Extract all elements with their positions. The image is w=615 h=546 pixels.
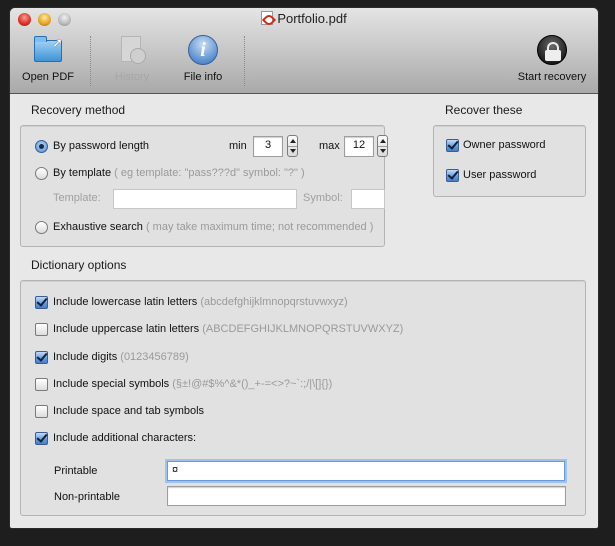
recover-these-group: Owner password User password <box>433 125 586 197</box>
digits-hint: (0123456789) <box>120 351 189 363</box>
exhaustive-search-hint: ( may take maximum time; not recommended… <box>145 221 374 233</box>
open-pdf-label: Open PDF <box>22 71 74 83</box>
special-symbols-label: Include special symbols (§±!@#$%^&*()_+-… <box>53 378 332 390</box>
owner-password-checkbox[interactable] <box>446 139 459 152</box>
history-label: History <box>114 71 150 83</box>
min-label: min <box>229 140 247 152</box>
nonprintable-label: Non-printable <box>54 491 121 503</box>
by-length-radio[interactable] <box>35 140 48 153</box>
owner-password-label: Owner password <box>463 139 546 151</box>
lowercase-text: Include lowercase latin letters <box>53 296 198 308</box>
open-pdf-button[interactable]: ➚ Open PDF <box>20 34 76 83</box>
start-recovery-label: Start recovery <box>517 71 587 83</box>
dictionary-options-group: Include lowercase latin letters (abcdefg… <box>20 280 586 516</box>
special-symbols-text: Include special symbols <box>53 378 170 390</box>
unlock-icon <box>536 34 568 66</box>
dictionary-options-title: Dictionary options <box>31 258 127 272</box>
lowercase-label: Include lowercase latin letters (abcdefg… <box>53 296 348 308</box>
by-template-radio[interactable] <box>35 167 48 180</box>
template-label: Template: <box>53 192 101 204</box>
additional-chars-label: Include additional characters: <box>53 432 197 444</box>
min-length-stepper[interactable] <box>287 135 298 157</box>
exhaustive-search-radio[interactable] <box>35 221 48 234</box>
space-tab-checkbox[interactable] <box>35 405 48 418</box>
exhaustive-search-label: Exhaustive search ( may take maximum tim… <box>53 221 373 233</box>
toolbar: Portfolio.pdf ➚ Open PDF History i File … <box>10 8 598 94</box>
window-title: Portfolio.pdf <box>10 11 598 26</box>
printable-label: Printable <box>54 465 98 477</box>
recover-these-title: Recover these <box>445 103 523 117</box>
max-length-input[interactable]: 12 <box>344 136 374 157</box>
template-input[interactable] <box>113 189 297 209</box>
symbol-input[interactable] <box>351 189 385 209</box>
recovery-method-title: Recovery method <box>31 103 126 117</box>
pdf-document-icon <box>261 11 274 25</box>
history-button[interactable]: History <box>106 34 158 83</box>
printable-input[interactable]: ¤ <box>167 461 565 481</box>
toolbar-separator <box>90 36 91 86</box>
uppercase-hint: (ABCDEFGHIJKLMNOPQRSTUVWXYZ) <box>202 323 404 335</box>
min-length-input[interactable]: 3 <box>253 136 283 157</box>
file-info-label: File info <box>183 71 223 83</box>
by-template-hint: ( eg template: "pass???d" symbol: "?" ) <box>114 167 305 179</box>
file-info-button[interactable]: i File info <box>178 34 228 83</box>
uppercase-label: Include uppercase latin letters (ABCDEFG… <box>53 323 403 335</box>
max-length-stepper[interactable] <box>377 135 388 157</box>
by-length-label: By password length <box>53 140 149 152</box>
open-folder-icon: ➚ <box>32 34 64 66</box>
user-password-label: User password <box>463 169 537 181</box>
by-template-text: By template <box>53 167 112 179</box>
symbol-label: Symbol: <box>303 192 343 204</box>
history-clock-icon <box>116 34 148 66</box>
space-tab-label: Include space and tab symbols <box>53 405 205 417</box>
digits-text: Include digits <box>53 351 118 363</box>
user-password-checkbox[interactable] <box>446 169 459 182</box>
recovery-method-group: By password length min 3 max 12 By templ… <box>20 125 388 247</box>
uppercase-checkbox[interactable] <box>35 323 48 336</box>
additional-chars-checkbox[interactable] <box>35 432 48 445</box>
info-icon: i <box>187 34 219 66</box>
lowercase-hint: (abcdefghijklmnopqrstuvwxyz) <box>200 296 348 308</box>
lowercase-checkbox[interactable] <box>35 296 48 309</box>
max-label: max <box>319 140 340 152</box>
start-recovery-button[interactable]: Start recovery <box>514 34 590 83</box>
special-symbols-hint: (§±!@#$%^&*()_+-=<>?~`:;/|\[]{}) <box>172 378 333 390</box>
exhaustive-search-text: Exhaustive search <box>53 221 143 233</box>
app-window: Portfolio.pdf ➚ Open PDF History i File … <box>10 8 598 528</box>
digits-checkbox[interactable] <box>35 351 48 364</box>
nonprintable-input[interactable] <box>167 486 566 506</box>
digits-label: Include digits (0123456789) <box>53 351 189 363</box>
toolbar-separator <box>244 36 245 86</box>
special-symbols-checkbox[interactable] <box>35 378 48 391</box>
uppercase-text: Include uppercase latin letters <box>53 323 200 335</box>
by-template-label: By template ( eg template: "pass???d" sy… <box>53 167 305 179</box>
